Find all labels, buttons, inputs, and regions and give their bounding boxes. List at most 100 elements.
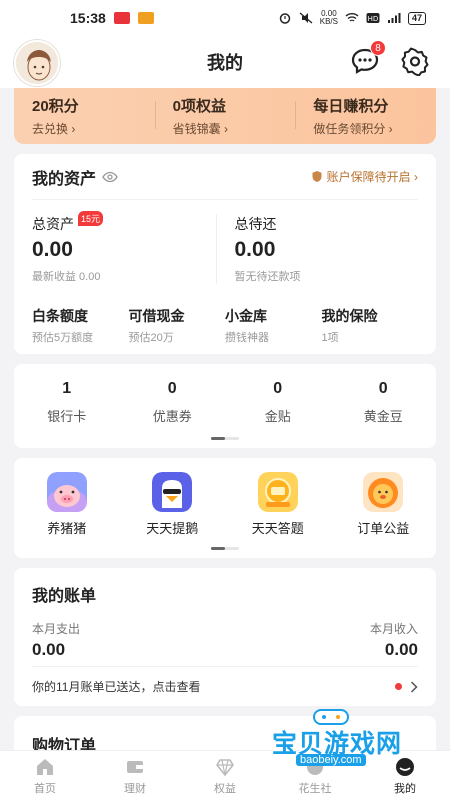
avatar-face-icon (16, 42, 58, 84)
coupons[interactable]: 0 优惠券 (120, 380, 226, 425)
lion-icon (363, 472, 404, 512)
points-redeem[interactable]: 20积分 去兑换 › (14, 95, 155, 137)
message-count-badge: 8 (370, 40, 386, 56)
diamond-icon (216, 759, 234, 777)
app-notification-icon (113, 12, 130, 24)
quick-name: 小金库 (225, 308, 267, 324)
coin-icon (257, 472, 298, 512)
quick-sub: 1项 (321, 332, 339, 344)
benefits-sub: 省钱锦囊 › (172, 122, 229, 136)
assets-title: 我的资产 (32, 165, 118, 189)
due-hint: 暂无待还款项 (234, 271, 301, 283)
settings-button[interactable] (400, 46, 430, 77)
benefits-title: 0项权益 (172, 98, 227, 115)
quick-name: 我的保险 (321, 308, 378, 324)
points-banner: 20积分 去兑换 › 0项权益 省钱锦囊 › 每日赚积分 做任务领积分 › (14, 88, 436, 144)
latest-earnings: 最新收益 0.00 (32, 271, 101, 283)
raise-pig-service[interactable]: 养猪猪 (14, 472, 120, 558)
page-title: 我的 (207, 53, 243, 73)
messages-button[interactable]: 8 (350, 40, 386, 76)
header: 我的 8 (0, 36, 450, 88)
total-due-label: 总待还 (234, 216, 277, 232)
protect-text: 账户保障待开启 › (326, 170, 418, 184)
my-insurance[interactable]: 我的保险 1项 (322, 306, 419, 345)
status-time: 15:38 (70, 10, 106, 26)
total-assets-label: 总资产 (32, 216, 74, 232)
avatar[interactable] (14, 40, 60, 86)
bill-notice-indicator (395, 680, 418, 693)
count-num: 1 (62, 380, 72, 397)
wifi-icon (345, 13, 359, 22)
tab-benefits[interactable]: 权益 (180, 751, 270, 800)
daily-sub: 做任务领积分 › (313, 122, 393, 136)
total-due[interactable]: 总待还 0.00 暂无待还款项 (215, 214, 419, 284)
shield-icon (312, 171, 322, 182)
monthly-income: 本月收入 0.00 (370, 620, 418, 660)
points-daily-tasks[interactable]: 每日赚积分 做任务领积分 › (295, 95, 436, 137)
status-bar: 15:38 0.00 KB/S HD 47 (0, 0, 450, 36)
service-label: 天天答题 (251, 521, 304, 536)
tab-finance[interactable]: 理财 (90, 751, 180, 800)
points-benefits[interactable]: 0项权益 省钱锦囊 › (154, 95, 296, 137)
page-indicator (211, 547, 239, 550)
page-indicator (211, 437, 239, 440)
daily-quiz-service[interactable]: 天天答题 (225, 472, 331, 558)
signal-icon (387, 13, 401, 23)
svg-text:HD: HD (368, 15, 379, 23)
mute-icon (299, 12, 313, 24)
assets-totals: 总资产 15元 0.00 最新收益 0.00 总待还 0.00 暂无待还款项 (32, 210, 419, 284)
hd-icon: HD (366, 13, 380, 23)
total-assets-amount: 0.00 (32, 238, 73, 261)
bill-card[interactable]: 我的账单 本月支出 0.00 本月收入 0.00 你的11月账单已送达，点击查看 (14, 568, 436, 706)
tab-label: 首页 (34, 783, 56, 795)
cards-coupons-row: 1 银行卡 0 优惠券 0 金贴 0 黄金豆 (14, 364, 436, 448)
count-label: 金贴 (264, 409, 291, 424)
order-charity-service[interactable]: 订单公益 (331, 472, 437, 558)
unread-dot (395, 683, 402, 690)
count-num: 0 (273, 380, 283, 397)
asset-quick-links: 白条额度 预估5万额度 可借现金 预估20万 小金库 攒钱神器 我的保险 1项 (32, 306, 418, 345)
count-num: 0 (167, 380, 177, 397)
gold-subsidy[interactable]: 0 金贴 (225, 380, 331, 425)
quick-sub: 预估20万 (128, 332, 174, 344)
account-protection-link[interactable]: 账户保障待开启 › (311, 168, 418, 185)
watermark: 宝贝游戏网 baobeiy.com (272, 706, 422, 778)
tab-home[interactable]: 首页 (0, 751, 90, 800)
service-label: 订单公益 (357, 521, 410, 536)
service-label: 天天提鹅 (146, 521, 199, 536)
spending-amount: 0.00 (32, 640, 66, 659)
bank-cards[interactable]: 1 银行卡 (14, 380, 120, 425)
baitiao-limit[interactable]: 白条额度 预估5万额度 (32, 306, 129, 345)
watermark-url: baobeiy.com (296, 754, 366, 766)
assets-header: 我的资产 账户保障待开启 › (32, 154, 418, 200)
gear-icon (401, 47, 429, 77)
tab-label: 理财 (124, 783, 146, 795)
assets-card: 我的资产 账户保障待开启 › 总资产 15元 0.00 最新收益 0.00 总待… (14, 154, 436, 354)
income-amount: 0.00 (384, 640, 418, 659)
bill-title: 我的账单 (32, 588, 97, 605)
bill-notice-text: 你的11月账单已送达，点击查看 (32, 680, 201, 694)
eye-icon[interactable] (102, 171, 118, 183)
gold-beans[interactable]: 0 黄金豆 (331, 380, 437, 425)
bill-notice[interactable]: 你的11月账单已送达，点击查看 (32, 666, 418, 706)
services-row: 养猪猪 天天提鹅 天天答题 订单公益 (14, 458, 436, 558)
service-label: 养猪猪 (47, 521, 87, 536)
small-vault[interactable]: 小金库 攒钱神器 (225, 306, 322, 345)
daily-goose-service[interactable]: 天天提鹅 (120, 472, 226, 558)
cash-loan[interactable]: 可借现金 预估20万 (129, 306, 226, 345)
count-label: 银行卡 (47, 409, 87, 424)
quick-sub: 预估5万额度 (32, 332, 94, 344)
quick-name: 白条额度 (32, 308, 88, 324)
total-assets-label-row: 总资产 15元 (32, 210, 216, 234)
status-right: 0.00 KB/S HD 47 (278, 10, 426, 26)
count-label: 黄金豆 (363, 409, 403, 424)
count-num: 0 (378, 380, 388, 397)
quick-sub: 攒钱神器 (225, 332, 269, 344)
total-assets[interactable]: 总资产 15元 0.00 最新收益 0.00 (32, 210, 216, 284)
bill-summary: 本月支出 0.00 本月收入 0.00 (32, 620, 418, 660)
points-title: 20积分 (32, 98, 79, 115)
points-sub: 去兑换 › (32, 122, 76, 136)
tab-label: 我的 (394, 783, 416, 795)
chevron-right-icon (410, 680, 418, 693)
total-due-amount: 0.00 (234, 238, 276, 261)
